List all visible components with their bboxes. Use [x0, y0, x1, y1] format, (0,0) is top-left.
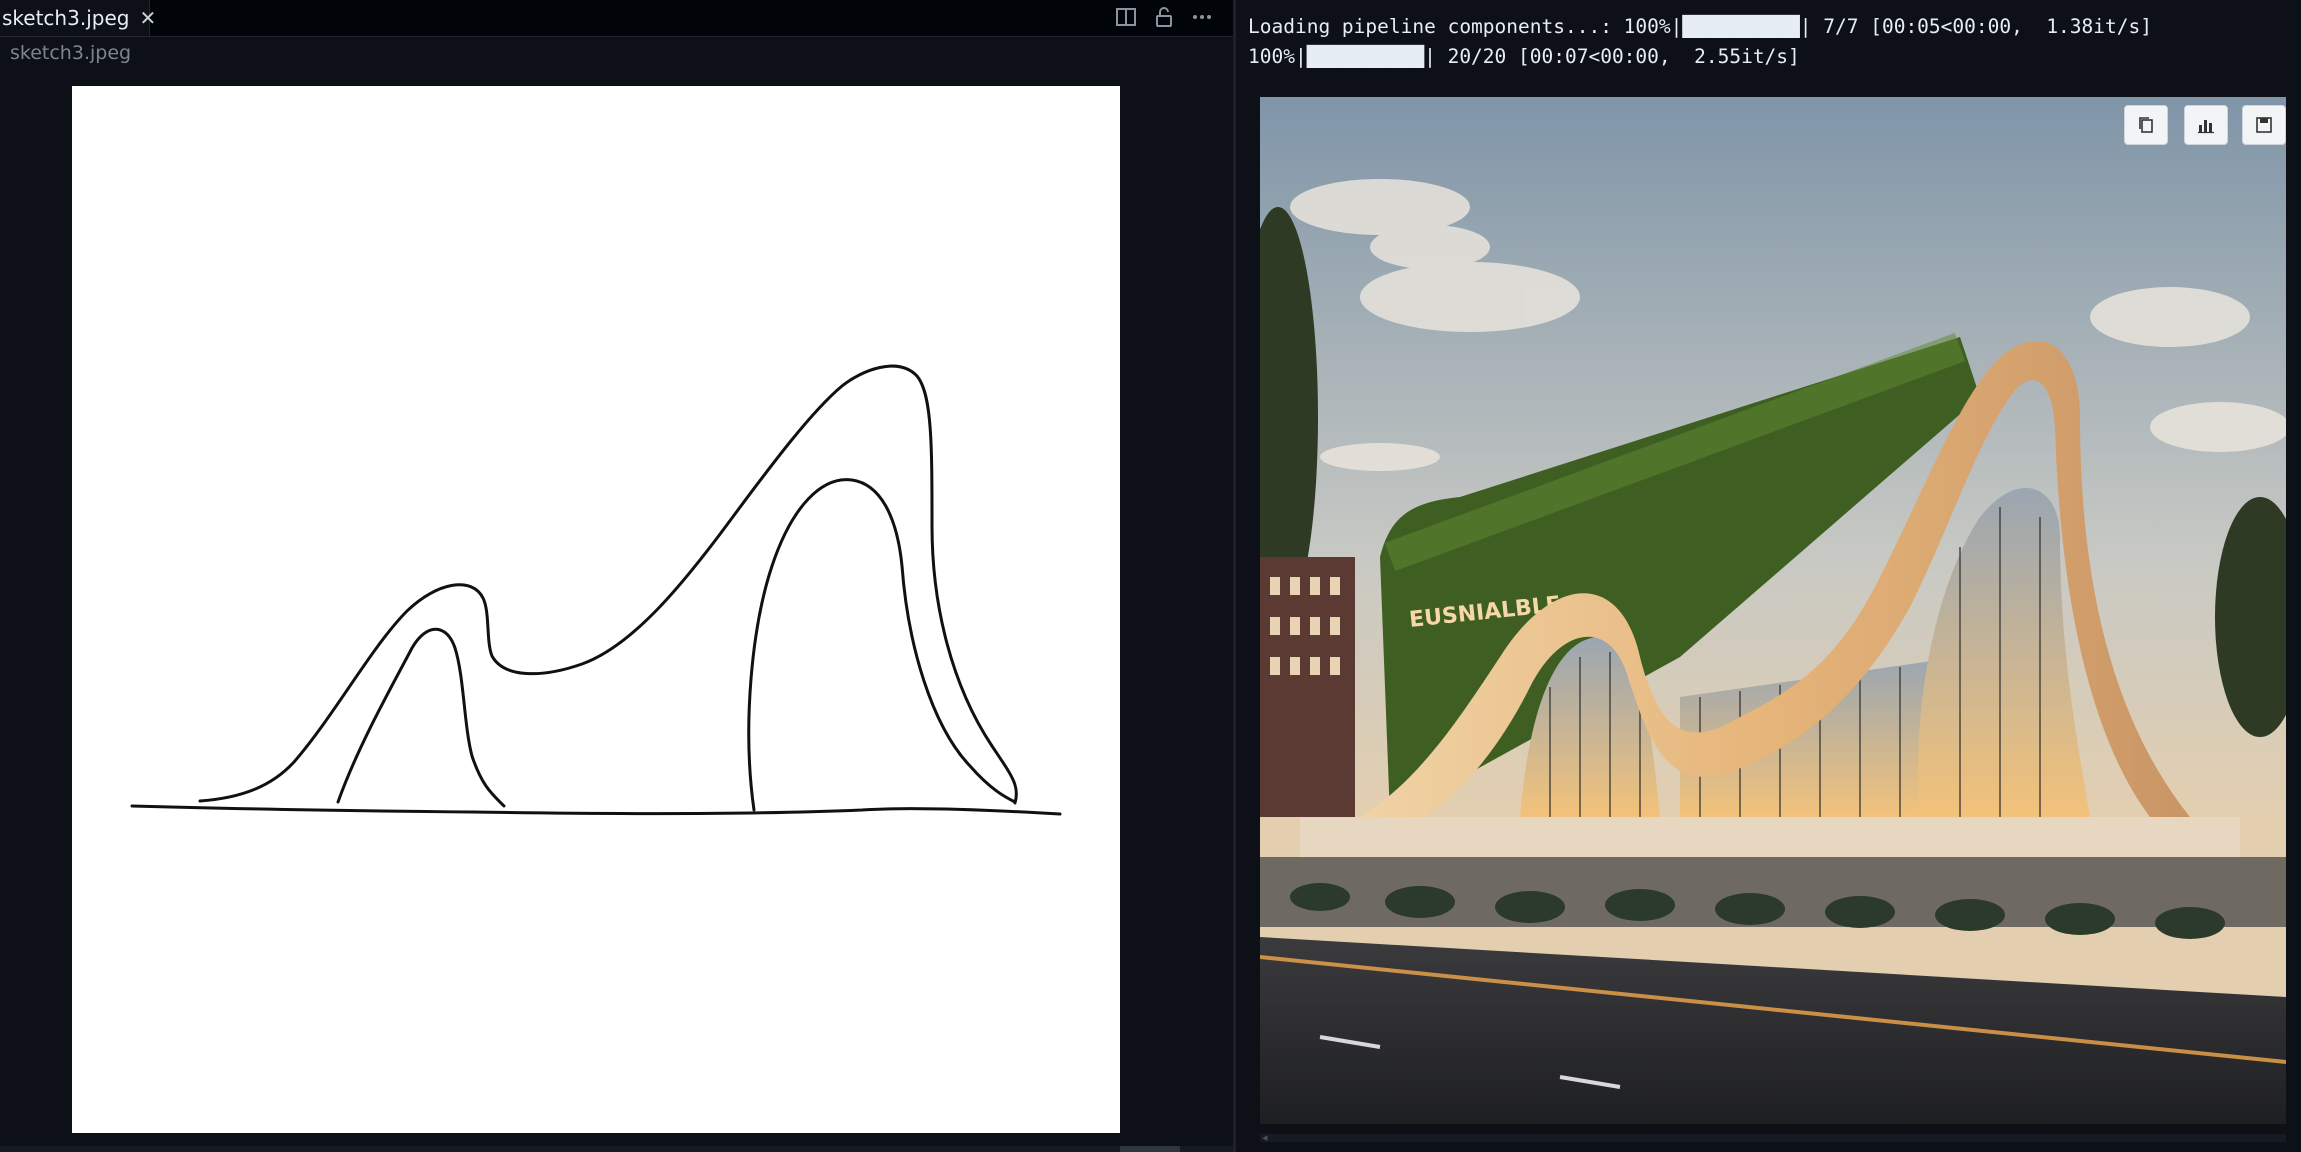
tab-label: sketch3.jpeg	[2, 6, 130, 30]
save-button[interactable]	[2242, 105, 2286, 145]
save-icon	[2256, 117, 2272, 133]
more-icon[interactable]	[1188, 3, 1216, 31]
scrollbar-thumb[interactable]	[1120, 1146, 1180, 1152]
chart-button[interactable]	[2184, 105, 2228, 145]
horizontal-scrollbar[interactable]	[0, 1146, 1233, 1152]
close-icon[interactable]: ✕	[139, 6, 156, 30]
breadcrumb[interactable]: sketch3.jpeg	[10, 42, 131, 64]
sketch-left-arch	[336, 627, 506, 808]
sketch-ground-line	[130, 804, 1062, 816]
chart-icon	[2198, 120, 2214, 134]
rendered-building-image: EUSNIALBLE	[1260, 97, 2286, 1124]
lock-icon[interactable]	[1150, 3, 1178, 31]
log-line-loading: Loading pipeline components...: 100%|███…	[1248, 15, 2152, 38]
scroll-left-arrow-icon[interactable]: ◂	[1262, 1131, 1268, 1144]
log-line-steps: 100%|██████████| 20/20 [00:07<00:00, 2.5…	[1248, 45, 1800, 68]
generated-image: EUSNIALBLE	[1260, 97, 2286, 1124]
sketch-right-arch	[747, 478, 1017, 812]
tab-sketch3[interactable]: sketch3.jpeg ✕	[0, 0, 156, 36]
horizontal-scrollbar[interactable]: ◂	[1260, 1131, 2286, 1144]
image-viewer-pane: sketch3.jpeg ✕ sketch3.jpeg	[0, 0, 1233, 1152]
copy-icon	[2139, 117, 2153, 133]
sketch-drawing	[130, 364, 1062, 816]
progress-log: Loading pipeline components...: 100%|███…	[1248, 12, 2152, 72]
split-editor-icon[interactable]	[1112, 3, 1140, 31]
copy-button[interactable]	[2124, 105, 2168, 145]
sketch-image	[72, 86, 1120, 1133]
output-pane: Loading pipeline components...: 100%|███…	[1236, 0, 2301, 1152]
sketch-outer-curve	[198, 364, 1018, 805]
tab-strip: sketch3.jpeg ✕	[0, 0, 1233, 37]
